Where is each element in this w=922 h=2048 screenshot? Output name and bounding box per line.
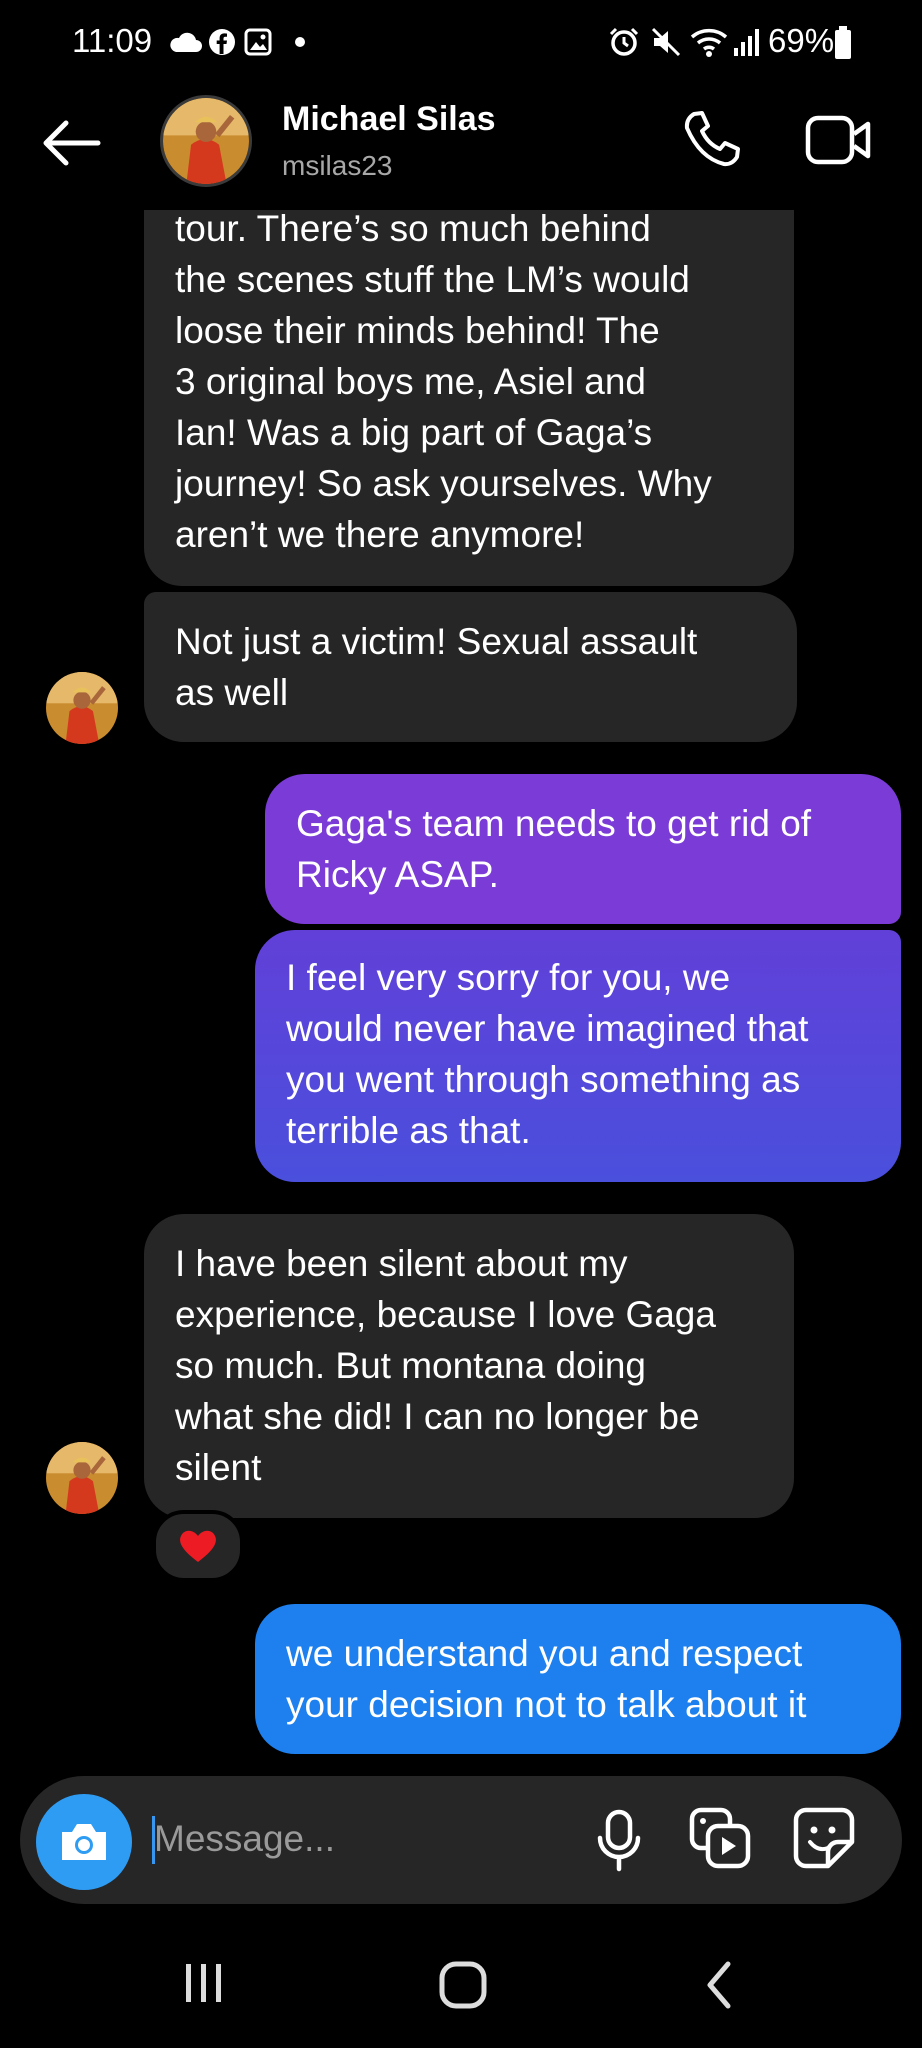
message-line: aren’t we there anymore! [175,514,585,555]
message-line: Ian! Was a big part of Gaga’s [175,412,653,453]
contact-avatar[interactable] [160,95,252,187]
chat-header-top: Michael Silas msilas23 [0,90,922,210]
message-line: loose their minds behind! The [175,310,660,351]
message-input[interactable]: Message... [154,1818,335,1860]
gallery-icon[interactable] [688,1806,752,1870]
reaction-badge[interactable] [152,1510,244,1582]
message-bubble-sent[interactable]: we understand you and respect your decis… [255,1604,901,1754]
message-line: we understand you and respect [286,1633,803,1674]
mute-icon [651,27,681,57]
message-line: you went through something as [286,1059,801,1100]
message-line: journey! So ask yourselves. Why [175,463,712,504]
heart-icon [180,1530,216,1562]
sticker-icon[interactable] [792,1806,856,1870]
recent-apps-icon[interactable] [182,1960,226,2006]
dot-icon [295,37,305,47]
microphone-icon[interactable] [594,1808,644,1874]
sender-avatar[interactable] [46,672,118,744]
camera-button[interactable] [36,1794,132,1890]
back-arrow-icon[interactable] [40,118,102,168]
message-line: Not just a victim! Sexual assault [175,621,698,662]
message-bubble-sent[interactable]: Gaga's team needs to get rid of Ricky AS… [265,774,901,924]
message-line: Gaga's team needs to get rid of [296,803,812,844]
message-line: 3 original boys me, Asiel and [175,361,646,402]
alarm-icon [609,27,639,56]
battery-icon [835,26,851,59]
message-line: terrible as that. [286,1110,531,1151]
phone-icon[interactable] [680,108,742,170]
sender-avatar[interactable] [46,1442,118,1514]
gallery-icon [244,28,272,56]
home-icon[interactable] [438,1960,488,2010]
status-time: 11:09 [72,22,153,59]
message-bubble-received[interactable]: I have been silent about my experience, … [144,1214,794,1518]
message-line: silent [175,1447,262,1488]
cloud-icon [170,32,202,52]
message-line: so much. But montana doing [175,1345,647,1386]
facebook-icon [209,29,235,55]
video-icon[interactable] [804,112,874,168]
system-nav-bar [0,1930,922,2048]
message-bubble-received[interactable]: Not just a victim! Sexual assault as wel… [144,592,797,742]
message-line: your decision not to talk about it [286,1684,807,1725]
message-line: Ricky ASAP. [296,854,499,895]
message-bubble-sent[interactable]: I feel very sorry for you, we would neve… [255,930,901,1182]
signal-icon [734,29,759,56]
status-bar: 11:09 69% [0,0,922,90]
message-line: what she did! I can no longer be [175,1396,700,1437]
message-line: I feel very sorry for you, we [286,957,731,998]
wifi-icon [690,29,728,57]
message-line: tour. There’s so much behind [175,208,651,249]
message-line: would never have imagined that [286,1008,809,1049]
message-line: I have been silent about my [175,1243,628,1284]
contact-username: msilas23 [282,150,393,181]
message-line: the scenes stuff the LM’s would [175,259,690,300]
contact-name[interactable]: Michael Silas [282,100,496,139]
camera-icon [62,1824,106,1860]
message-line: as well [175,672,289,713]
message-line: experience, because I love Gaga [175,1294,716,1335]
message-composer: Message... [20,1776,902,1904]
battery-percent: 69% [768,22,835,59]
back-nav-icon[interactable] [704,1960,734,2010]
message-bubble-received[interactable]: tour. There’s so much behind the scenes … [144,200,794,586]
